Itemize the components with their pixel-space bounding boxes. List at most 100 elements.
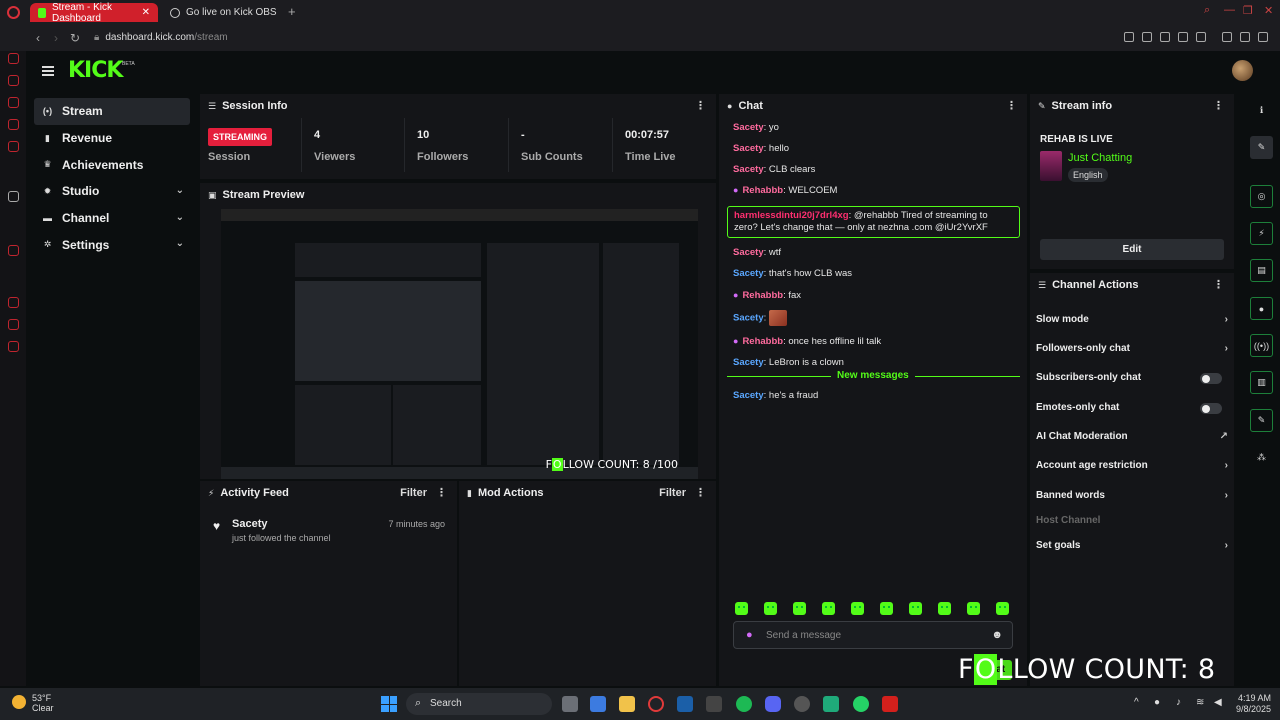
account-icon[interactable] [1222, 32, 1232, 42]
avatar[interactable] [1232, 60, 1253, 81]
category-link[interactable]: Just Chatting [1068, 152, 1132, 164]
nav-item-settings[interactable]: ✲ Settings ⌄ [34, 231, 190, 258]
file-explorer-icon[interactable] [619, 696, 635, 712]
new-messages-divider[interactable]: New messages [727, 370, 1020, 382]
whatsapp-icon[interactable] [853, 696, 869, 712]
widgets-icon[interactable]: ⁂ [1250, 446, 1273, 469]
forward-icon[interactable]: › [54, 31, 58, 45]
chevron-down-icon[interactable]: ⌄ [176, 212, 184, 223]
download-icon[interactable] [1240, 32, 1250, 42]
more-vertical-icon[interactable]: ⋮ [436, 486, 447, 499]
nav-item-stream[interactable]: (•) Stream [34, 98, 190, 125]
task-view-icon[interactable] [562, 696, 578, 712]
emote-icon[interactable] [793, 602, 806, 615]
clock-icon[interactable] [8, 297, 19, 308]
channel-action-account-age[interactable]: Account age restriction › [1036, 460, 1228, 474]
opera-logo-icon[interactable] [7, 6, 20, 19]
bolt-icon[interactable]: ⚡︎ [1250, 222, 1273, 245]
emote-icon[interactable] [880, 602, 893, 615]
close-icon[interactable]: ✕ [142, 7, 150, 18]
close-window-icon[interactable]: ✕ [1264, 4, 1273, 17]
emote-icon[interactable] [938, 602, 951, 615]
subscribers-only-toggle[interactable] [1200, 373, 1222, 384]
more-vertical-icon[interactable]: ⋮ [695, 486, 706, 499]
nav-item-achievements[interactable]: ♛ Achievements [34, 151, 190, 178]
sidebar-settings-icon[interactable] [8, 245, 19, 256]
url-field[interactable]: 🔒︎ dashboard.kick.com/stream [94, 32, 228, 43]
aria-icon[interactable] [8, 191, 19, 202]
gear-icon[interactable] [8, 341, 19, 352]
tab-go-live-obs[interactable]: Go live on Kick OBS [162, 3, 290, 22]
extensions-icon[interactable] [8, 319, 19, 330]
channel-action-slow-mode[interactable]: Slow mode › [1036, 314, 1228, 328]
volume-icon[interactable]: ◀︎ [1214, 697, 1222, 708]
minimize-icon[interactable]: — [1224, 4, 1235, 16]
reload-icon[interactable]: ↻ [70, 31, 80, 45]
nav-item-studio[interactable]: ✹ Studio ⌄ [34, 178, 190, 205]
kick-logo[interactable]: KICK [68, 58, 123, 83]
broadcast-icon[interactable]: ((•)) [1250, 334, 1273, 357]
gg-icon[interactable] [706, 696, 722, 712]
microphone-icon[interactable]: ♪ [1176, 697, 1181, 708]
emote-icon[interactable] [909, 602, 922, 615]
opera-icon[interactable] [648, 696, 664, 712]
channel-action-ai-moderation[interactable]: AI Chat Moderation ↗ [1036, 431, 1228, 445]
hamburger-menu-icon[interactable] [42, 66, 54, 76]
info-icon[interactable]: ℹ [1250, 99, 1273, 122]
wrench-icon[interactable]: ✎ [1250, 409, 1273, 432]
windows-start-icon[interactable] [381, 696, 397, 712]
play-icon[interactable] [1178, 32, 1188, 42]
back-icon[interactable]: ‹ [36, 31, 40, 45]
bookmark-icon[interactable] [1124, 32, 1134, 42]
app-icon[interactable] [823, 696, 839, 712]
system-clock[interactable]: 4:19 AM 9/8/2025 [1236, 693, 1271, 715]
emote-icon[interactable] [735, 602, 748, 615]
player-icon[interactable] [8, 119, 19, 130]
notepad-icon[interactable] [590, 696, 606, 712]
more-vertical-icon[interactable]: ⋮ [1213, 99, 1224, 112]
more-vertical-icon[interactable]: ⋮ [695, 99, 706, 112]
filter-button[interactable]: Filter [400, 487, 427, 499]
taskbar-search[interactable]: ⌕ Search [406, 693, 552, 715]
maximize-icon[interactable]: ❐ [1243, 4, 1253, 17]
chat-icon[interactable]: ● [1250, 297, 1273, 320]
emote-icon[interactable] [967, 602, 980, 615]
obs-icon[interactable] [794, 696, 810, 712]
camera-icon[interactable]: ◎ [1250, 185, 1273, 208]
menu-icon[interactable] [1258, 32, 1268, 42]
pencil-icon[interactable]: ✎ [1250, 136, 1273, 159]
spotify-icon[interactable] [736, 696, 752, 712]
chat-message-input[interactable] [766, 627, 986, 644]
emoji-icon[interactable]: ☻ [991, 629, 1003, 641]
channel-action-set-goals[interactable]: Set goals › [1036, 540, 1228, 554]
emote-icon[interactable] [822, 602, 835, 615]
chevron-down-icon[interactable]: ⌄ [176, 238, 184, 249]
edit-button[interactable]: Edit [1040, 239, 1224, 260]
chevron-up-icon[interactable]: ^ [1134, 697, 1139, 708]
steam-icon[interactable] [677, 696, 693, 712]
discord-icon[interactable] [765, 696, 781, 712]
new-tab-icon[interactable]: + [288, 4, 296, 19]
tray-app-icon[interactable]: ● [1154, 697, 1160, 708]
tab-stream-dashboard[interactable]: Stream - Kick Dashboard ✕ [30, 2, 158, 24]
layout-icon[interactable]: ▥ [1250, 371, 1273, 394]
more-vertical-icon[interactable]: ⋮ [1213, 278, 1224, 291]
snapshot-icon[interactable] [1142, 32, 1152, 42]
document-icon[interactable]: ▤ [1250, 259, 1273, 282]
messenger-icon[interactable] [8, 53, 19, 64]
emote-icon[interactable] [764, 602, 777, 615]
more-vertical-icon[interactable]: ⋮ [1006, 99, 1017, 112]
search-icon[interactable]: ⌕ [1204, 4, 1210, 17]
emote-icon[interactable] [851, 602, 864, 615]
heart-icon[interactable] [1196, 32, 1206, 42]
weather-widget[interactable]: 53°F Clear [12, 693, 54, 713]
emote-icon[interactable] [996, 602, 1009, 615]
history-icon[interactable] [8, 75, 19, 86]
emotes-only-toggle[interactable] [1200, 403, 1222, 414]
nav-item-revenue[interactable]: ▮ Revenue [34, 125, 190, 152]
stream-preview-video[interactable]: FOLLOW COUNT: 8 /100 [221, 209, 698, 479]
filter-button[interactable]: Filter [659, 487, 686, 499]
channel-action-followers-only[interactable]: Followers-only chat › [1036, 343, 1228, 357]
channel-action-banned-words[interactable]: Banned words › [1036, 490, 1228, 504]
recorder-icon[interactable] [882, 696, 898, 712]
